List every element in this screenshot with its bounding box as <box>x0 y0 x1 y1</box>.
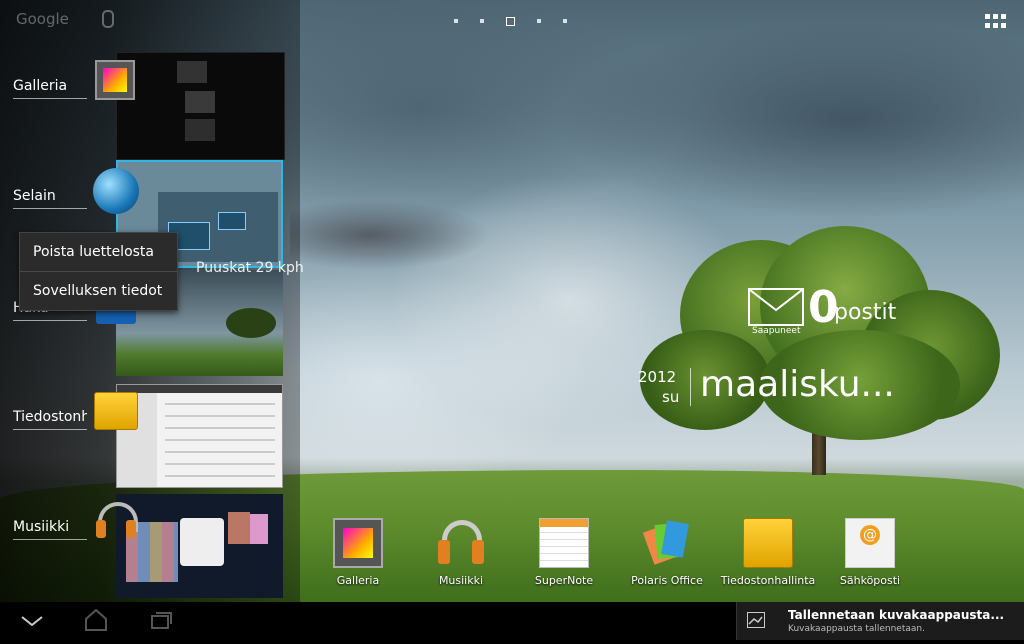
recent-app-label[interactable]: Musiikki <box>13 519 87 540</box>
envelope-icon[interactable] <box>748 288 804 326</box>
calendar-weekday: su <box>662 388 680 406</box>
notification-subtitle: Kuvakaappausta tallennetaan. <box>788 624 925 634</box>
home-icon[interactable] <box>72 602 120 640</box>
dock-label: Galleria <box>336 574 380 587</box>
page-dot <box>563 19 567 23</box>
page-dot-active <box>506 17 515 26</box>
calendar-year: 2012 <box>638 368 677 386</box>
dock-label: Tiedostonhallinta <box>720 574 816 587</box>
headphones-icon[interactable] <box>96 502 138 540</box>
email-widget-unit: postit <box>834 300 897 325</box>
page-dot <box>537 19 541 23</box>
dark-cloud <box>290 200 490 270</box>
calendar-divider <box>690 368 691 406</box>
dock-item-sahkoposti[interactable]: @ Sähköposti <box>820 518 920 587</box>
dock-label: Musiikki <box>438 574 484 587</box>
dock-item-musiikki[interactable]: Musiikki <box>411 518 511 587</box>
context-menu: Poista luettelosta Sovelluksen tiedot <box>19 232 178 311</box>
back-icon[interactable] <box>10 602 58 640</box>
google-search-bar[interactable]: Google <box>16 10 69 28</box>
recent-thumbnail-galleria[interactable] <box>116 52 285 160</box>
context-item-app-info[interactable]: Sovelluksen tiedot <box>20 271 177 310</box>
dock-label: Sähköposti <box>839 574 901 587</box>
context-item-remove[interactable]: Poista luettelosta <box>20 233 177 271</box>
page-dot <box>454 19 458 23</box>
recent-app-label[interactable]: Tiedostonhallinta <box>13 409 87 430</box>
recent-apps-icon[interactable] <box>136 602 184 640</box>
dock-item-supernote[interactable]: SuperNote <box>514 518 614 587</box>
email-widget-label: Saapuneet <box>752 326 801 336</box>
notification-title: Tallennetaan kuvakaappausta... <box>788 608 1005 622</box>
folder-icon <box>743 518 793 568</box>
all-apps-icon[interactable] <box>985 14 1007 30</box>
gallery-icon <box>333 518 383 568</box>
dock-item-galleria[interactable]: Galleria <box>308 518 408 587</box>
folder-icon[interactable] <box>94 392 138 430</box>
notepad-icon <box>539 518 589 568</box>
dock-item-polaris-office[interactable]: Polaris Office <box>617 518 717 587</box>
recent-thumbnail-musiikki[interactable] <box>116 494 283 598</box>
screenshot-notification[interactable]: Tallennetaan kuvakaappausta... Kuvakaapp… <box>736 602 1024 640</box>
weather-wind-text: Puuskat 29 kph <box>196 260 304 276</box>
dock-label: Polaris Office <box>631 574 703 587</box>
recent-app-label[interactable]: Galleria <box>13 78 87 99</box>
browser-globe-icon[interactable] <box>93 168 139 214</box>
gallery-icon[interactable] <box>95 60 135 100</box>
image-icon <box>747 612 765 628</box>
calendar-month[interactable]: maalisku... <box>700 364 895 405</box>
page-indicator <box>454 16 589 26</box>
headphones-icon <box>436 518 486 568</box>
page-dot <box>480 19 484 23</box>
dock-item-tiedostonhallinta[interactable]: Tiedostonhallinta <box>718 518 818 587</box>
dock-label: SuperNote <box>534 574 594 587</box>
polaris-office-icon <box>642 518 692 568</box>
recent-thumbnail-tiedostonhallinta[interactable] <box>116 384 283 488</box>
microphone-icon[interactable] <box>102 10 114 28</box>
recent-app-label[interactable]: Selain <box>13 188 87 209</box>
email-icon: @ <box>845 518 895 568</box>
